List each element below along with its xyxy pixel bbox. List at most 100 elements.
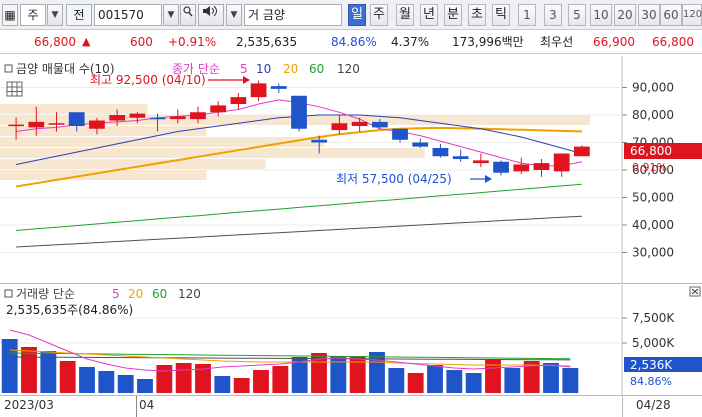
period-tab-tick-label: 틱	[495, 7, 507, 22]
high-arrow-head	[243, 76, 250, 84]
candle-body	[392, 128, 408, 140]
stock-name-prefix: 거	[248, 8, 260, 22]
interval-tab-10[interactable]: 10	[590, 4, 612, 26]
ma60-legend: 60	[309, 62, 324, 76]
all-markets-button[interactable]: 전	[66, 4, 92, 26]
volume-bars	[1, 339, 579, 393]
time-axis: 2023/03 04 04/28	[0, 395, 702, 417]
candle-body	[351, 121, 368, 126]
volume-bar	[543, 363, 559, 393]
volume-chart-panel[interactable]: 7,500K 5,000K 거래량 단순 5 20 60 120 2,535,63…	[0, 285, 702, 395]
candle-body	[311, 139, 328, 143]
period-tab-month[interactable]: 월	[396, 4, 414, 26]
candle-body	[190, 112, 206, 120]
interval-tab-120[interactable]: 120	[682, 4, 702, 26]
ma120-line	[16, 215, 582, 248]
interval-tab-3-label: 3	[549, 8, 557, 22]
candle-body	[48, 123, 65, 125]
candle-body	[8, 124, 24, 127]
quote-bar: 66,800 ▲ 600 +0.91% 2,535,635 84.86% 4.3…	[0, 30, 702, 54]
interval-tab-5[interactable]: 5	[568, 4, 586, 26]
stock-code-input[interactable]: 001570	[94, 4, 162, 26]
low-arrow-head	[485, 175, 492, 183]
interval-tab-60-label: 60	[663, 8, 679, 22]
interval-tab-5-label: 5	[573, 8, 581, 22]
volume-chart[interactable]: 7,500K 5,000K 거래량 단순 5 20 60 120 2,535,63…	[0, 285, 702, 395]
interval-tab-3[interactable]: 3	[544, 4, 562, 26]
candle-body	[270, 86, 287, 89]
candle-body	[331, 123, 348, 131]
period-tab-tick[interactable]: 틱	[492, 4, 510, 26]
volume-value: 2,535,635주(84.86%)	[6, 303, 133, 317]
volume-bar	[427, 365, 443, 393]
period-tab-second[interactable]: 초	[468, 4, 486, 26]
x-axis-divider	[622, 396, 623, 417]
search-icon[interactable]	[180, 4, 196, 26]
current-volume-marker-label: 2,536K	[630, 358, 673, 372]
price-chart-panel[interactable]: 90,000 80,000 70,000 60,000 50,000 40,000 30,0…	[0, 56, 702, 284]
period-tab-year[interactable]: 년	[420, 4, 438, 26]
sound-dropdown-icon[interactable]: ▼	[226, 4, 242, 26]
ma10-legend: 10	[256, 62, 271, 76]
low-annotation: 최저 57,500 (04/25)	[336, 172, 452, 186]
interval-tab-20[interactable]: 20	[614, 4, 636, 26]
speaker-glyph	[203, 5, 217, 17]
volume-bar	[407, 373, 424, 393]
price-chart[interactable]: 90,00080,00070,00060,00050,00040,00030,0…	[0, 56, 702, 284]
legend-toggle-icon[interactable]	[4, 64, 13, 73]
volume-bar	[117, 375, 134, 393]
close-panel-icon[interactable]	[689, 286, 701, 297]
volume-bar	[465, 373, 482, 393]
candle-body	[149, 117, 166, 120]
candle-body	[89, 120, 105, 129]
best-ask-label: 최우선	[540, 35, 574, 49]
all-markets-label: 전	[73, 8, 85, 22]
volume-bar	[21, 347, 37, 393]
market-type-dropdown-icon[interactable]: ▼	[47, 4, 63, 26]
period-tab-minute[interactable]: 분	[444, 4, 462, 26]
vol-ma60-legend: 60	[152, 287, 167, 301]
interval-tab-1[interactable]: 1	[518, 4, 536, 26]
interval-tab-60[interactable]: 60	[660, 4, 682, 26]
current-volume-pct-label: 84.86%	[630, 375, 672, 388]
table-icon[interactable]	[6, 81, 23, 97]
period-tab-minute-label: 분	[447, 7, 459, 22]
grid-menu-icon[interactable]: ▦	[2, 4, 18, 26]
candle-body	[68, 112, 85, 126]
volume-bar	[79, 367, 95, 393]
x-divider	[136, 396, 137, 417]
stock-name: 금양	[262, 8, 285, 22]
period-tab-month-label: 월	[399, 7, 411, 22]
ma60-line	[16, 183, 582, 231]
ma5-legend: 5	[240, 62, 248, 76]
stock-code-dropdown-icon[interactable]: ▼	[163, 4, 179, 26]
candle-body	[452, 156, 469, 159]
volume-tick-label: 5,000K	[632, 336, 675, 350]
volume-legend-toggle-icon[interactable]	[4, 289, 13, 298]
candle-body	[432, 148, 449, 157]
interval-tab-30[interactable]: 30	[638, 4, 660, 26]
best-bid-price: 66,800	[652, 35, 694, 49]
sound-icon[interactable]	[198, 4, 224, 26]
candle-body	[493, 161, 509, 173]
candle-body	[291, 95, 307, 129]
trade-amount: 173,996백만	[452, 35, 524, 49]
price-tick-label: 80,000	[632, 108, 674, 122]
price-change-pct: +0.91%	[168, 35, 217, 49]
candle-body	[129, 113, 146, 118]
volume-bar	[253, 370, 269, 393]
interval-tab-1-label: 1	[523, 8, 531, 22]
candle-body	[230, 97, 247, 104]
x-label-04: 04	[139, 398, 155, 412]
period-tab-day[interactable]: 일	[348, 4, 366, 26]
x-label-04-28: 04/28	[636, 398, 671, 412]
candle-body	[28, 121, 45, 128]
market-type-select[interactable]: 주	[20, 4, 46, 26]
stock-name-field[interactable]: 거 금양	[244, 4, 342, 26]
turnover-rate: 4.37%	[391, 35, 430, 49]
period-tab-week[interactable]: 주	[370, 4, 388, 26]
volume-legend-label: 거래량 단순	[16, 287, 75, 301]
interval-tab-120-label: 120	[683, 9, 702, 20]
volume-bar	[137, 379, 153, 393]
change-arrow-icon: ▲	[82, 35, 91, 48]
